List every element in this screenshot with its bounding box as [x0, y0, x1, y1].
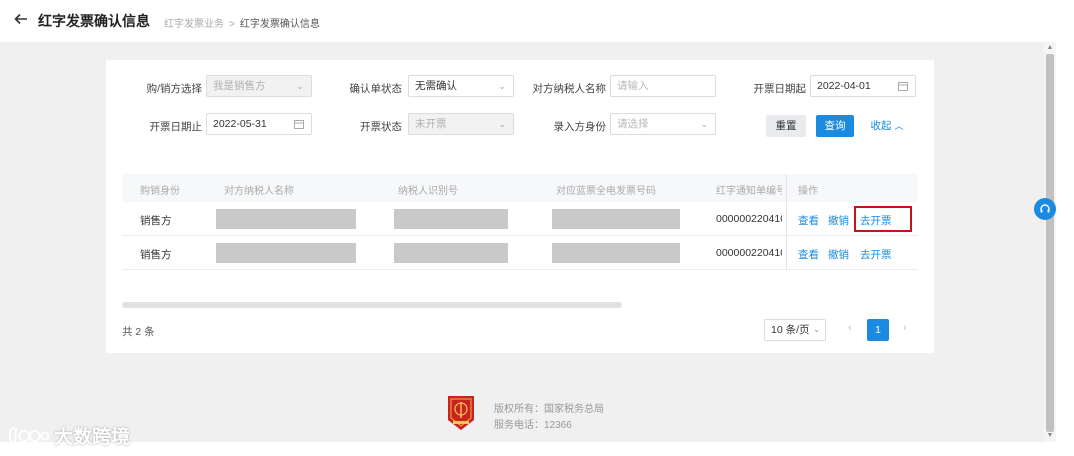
redacted-taxpayer-id: [394, 243, 508, 263]
entry-role-label: 录入方身份: [553, 121, 607, 133]
revoke-link[interactable]: 撤销: [828, 247, 849, 262]
highlight-box: [854, 206, 912, 232]
invoice-status-label: 开票状态: [360, 121, 402, 133]
chevron-down-icon: ⌄: [700, 119, 708, 129]
footer-copyright: 版权所有：国家税务总局: [494, 404, 604, 415]
date-start-label: 开票日期起: [753, 83, 807, 95]
invoice-status-value: 未开票: [415, 118, 447, 130]
page-size-value: 10 条/页: [771, 324, 810, 336]
column-header: 对应蓝票全电发票号码: [556, 186, 656, 197]
breadcrumb-item-current: 红字发票确认信息: [239, 19, 320, 30]
date-start-value: 2022-04-01: [817, 80, 871, 92]
fixed-column-divider: [786, 174, 787, 270]
redacted-taxpayer-id: [394, 209, 508, 229]
cell-notice-number: 000000220410: [716, 247, 782, 259]
chevron-down-icon: ⌄: [813, 325, 820, 334]
next-page-icon[interactable]: ›: [903, 322, 907, 334]
footer-phone: 服务电话：12366: [494, 420, 572, 431]
page-title: 红字发票确认信息: [38, 13, 150, 29]
watermark: 大数跨境: [8, 422, 130, 449]
view-link[interactable]: 查看: [798, 213, 819, 228]
chevron-up-icon: ︿: [894, 121, 904, 131]
scroll-down-icon[interactable]: ▼: [1046, 432, 1054, 440]
calendar-icon: [294, 120, 304, 129]
page-number-current[interactable]: 1: [867, 319, 889, 341]
redacted-invoice-number: [552, 243, 680, 263]
total-count: 共 2 条: [122, 326, 155, 338]
counterparty-name-label: 对方纳税人名称: [532, 83, 607, 95]
issue-invoice-link[interactable]: 去开票: [860, 247, 892, 262]
column-header: 对方纳税人名称: [224, 186, 294, 197]
vertical-scrollbar[interactable]: ▲ ▼: [1044, 42, 1056, 442]
brand-logo-icon: [9, 426, 50, 444]
cell-notice-number: 000000220410: [716, 213, 782, 225]
calendar-icon: [898, 82, 908, 91]
buyer-seller-label: 购/销方选择: [146, 83, 202, 95]
collapse-label: 收起: [870, 120, 892, 132]
page-size-select[interactable]: 10 条/页 ⌄: [764, 319, 826, 341]
table-row: 销售方 000000220410 查看 撤销 去开票: [122, 202, 918, 236]
entry-role-select[interactable]: 请选择 ⌄: [610, 113, 716, 135]
column-header: 操作: [798, 186, 818, 197]
customer-service-button[interactable]: [1034, 198, 1056, 220]
revoke-link[interactable]: 撤销: [828, 213, 849, 228]
query-button[interactable]: 查询: [816, 115, 854, 137]
breadcrumb: 红字发票业务 > 红字发票确认信息: [164, 15, 320, 30]
breadcrumb-item-parent[interactable]: 红字发票业务: [164, 19, 224, 30]
column-header: 红字通知单编号: [716, 186, 782, 197]
column-header: 纳税人识别号: [398, 186, 458, 197]
horizontal-scrollbar[interactable]: [122, 302, 622, 308]
redacted-invoice-number: [552, 209, 680, 229]
date-end-picker[interactable]: 2022-05-31: [206, 113, 312, 135]
confirm-status-select[interactable]: 无需确认 ⌄: [408, 75, 514, 97]
main-card: 购/销方选择 我是销售方 ⌄ 确认单状态 无需确认 ⌄ 对方纳税人名称 请输入 …: [106, 60, 934, 353]
column-header: 购销身份: [140, 186, 180, 197]
prev-page-icon[interactable]: ‹: [848, 322, 852, 334]
headset-icon: [1040, 204, 1050, 213]
date-end-label: 开票日期止: [149, 121, 203, 133]
redacted-counterparty-name: [216, 243, 356, 263]
chevron-right-icon: >: [229, 19, 235, 30]
redacted-counterparty-name: [216, 209, 356, 229]
date-start-picker[interactable]: 2022-04-01: [810, 75, 916, 97]
scrollbar-thumb[interactable]: [1046, 54, 1054, 432]
invoice-status-select: 未开票 ⌄: [408, 113, 514, 135]
table-row: 销售方 000000220410 查看 撤销 去开票: [122, 236, 918, 270]
watermark-text: 大数跨境: [54, 427, 131, 448]
cell-role: 销售方: [140, 215, 172, 227]
chevron-down-icon: ⌄: [498, 81, 506, 91]
confirm-status-label: 确认单状态: [349, 83, 403, 95]
scroll-up-icon[interactable]: ▲: [1046, 44, 1054, 52]
table-header: 购销身份 对方纳税人名称 纳税人识别号 对应蓝票全电发票号码 红字通知单编号 操…: [122, 174, 918, 202]
top-bar: 红字发票确认信息 红字发票业务 > 红字发票确认信息: [0, 0, 1074, 42]
back-arrow-icon[interactable]: [14, 12, 28, 26]
buyer-seller-select: 我是销售方 ⌄: [206, 75, 312, 97]
reset-button[interactable]: 重置: [766, 115, 806, 137]
chevron-down-icon: ⌄: [498, 119, 506, 129]
date-end-value: 2022-05-31: [213, 118, 267, 130]
cell-role: 销售方: [140, 249, 172, 261]
confirm-status-value: 无需确认: [415, 80, 457, 92]
chevron-down-icon: ⌄: [296, 81, 304, 91]
counterparty-name-input[interactable]: 请输入: [610, 75, 716, 97]
collapse-toggle[interactable]: 收起 ︿: [866, 115, 908, 137]
counterparty-name-placeholder: 请输入: [617, 80, 649, 92]
entry-role-placeholder: 请选择: [617, 118, 649, 130]
buyer-seller-value: 我是销售方: [213, 80, 266, 92]
tax-bureau-logo: [448, 396, 474, 430]
view-link[interactable]: 查看: [798, 247, 819, 262]
